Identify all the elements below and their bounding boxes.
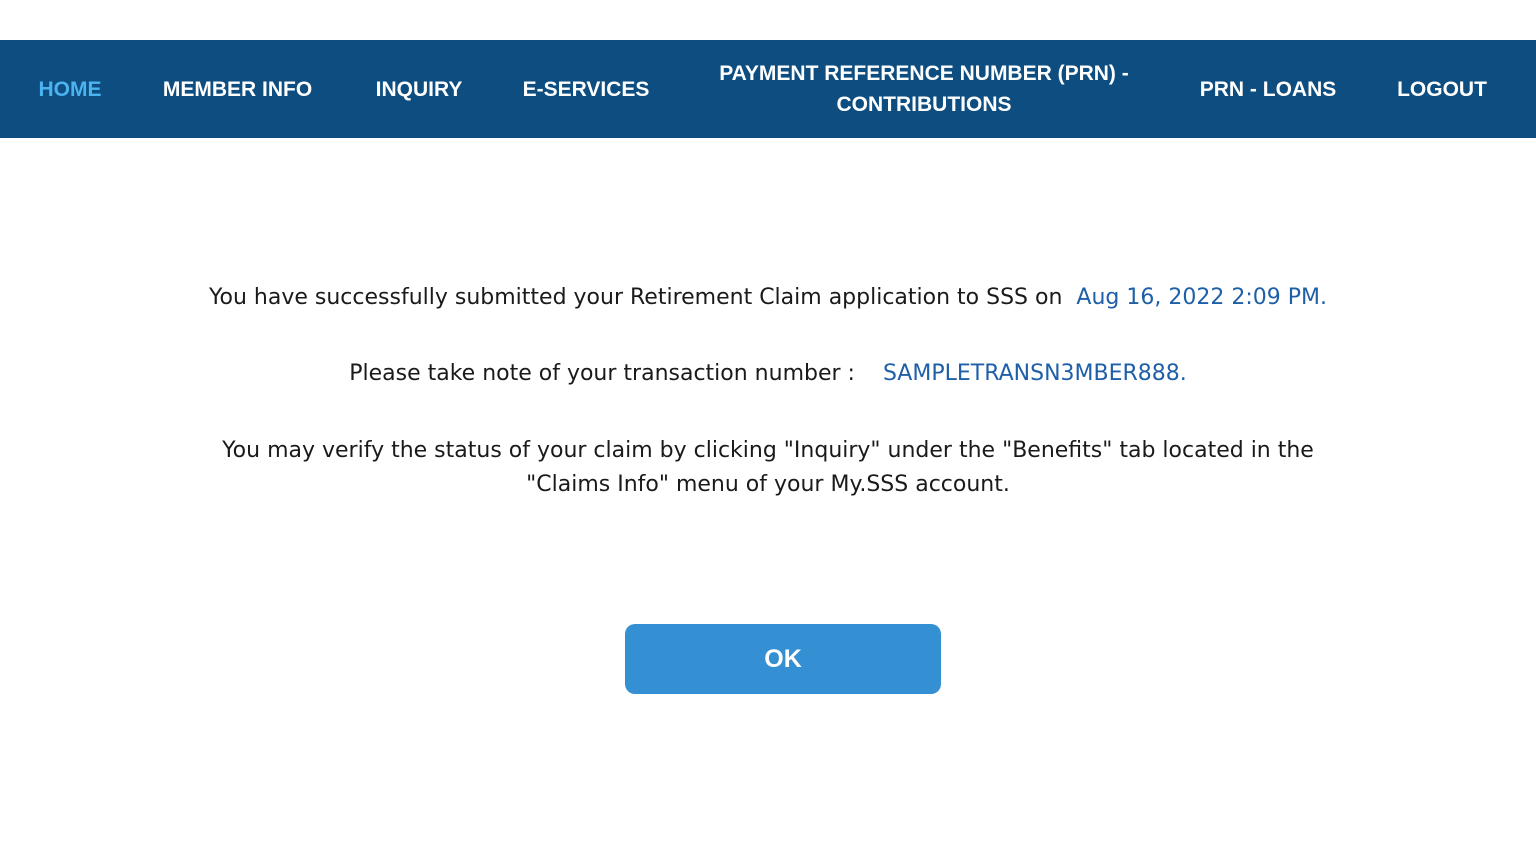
- nav-member-info[interactable]: MEMBER INFO: [150, 40, 325, 138]
- nav-e-services[interactable]: E-SERVICES: [512, 40, 660, 138]
- transaction-number-message: Please take note of your transaction num…: [0, 357, 1536, 391]
- nav-prn-contributions[interactable]: PAYMENT REFERENCE NUMBER (PRN) - CONTRIB…: [695, 40, 1153, 138]
- submission-confirmation-message: You have successfully submitted your Ret…: [0, 281, 1536, 315]
- nav-inquiry[interactable]: INQUIRY: [365, 40, 473, 138]
- nav-prn-loans[interactable]: PRN - LOANS: [1188, 40, 1348, 138]
- nav-home[interactable]: HOME: [30, 40, 110, 138]
- verify-status-message: You may verify the status of your claim …: [0, 434, 1536, 502]
- ok-button[interactable]: OK: [625, 624, 941, 694]
- verify-status-line1: You may verify the status of your claim …: [222, 438, 1314, 463]
- transaction-number-value: SAMPLETRANSN3MBER888.: [882, 361, 1187, 386]
- nav-prn-contributions-line2: CONTRIBUTIONS: [836, 93, 1012, 116]
- submission-date: Aug 16, 2022 2:09 PM.: [1076, 285, 1327, 310]
- transaction-number-label: Please take note of your transaction num…: [349, 361, 855, 386]
- top-navigation-bar: HOME MEMBER INFO INQUIRY E-SERVICES PAYM…: [0, 40, 1536, 138]
- nav-prn-contributions-line1: PAYMENT REFERENCE NUMBER (PRN) -: [719, 62, 1129, 85]
- submission-text: You have successfully submitted your Ret…: [209, 285, 1063, 310]
- verify-status-line2: "Claims Info" menu of your My.SSS accoun…: [526, 472, 1010, 497]
- nav-logout[interactable]: LOGOUT: [1388, 40, 1496, 138]
